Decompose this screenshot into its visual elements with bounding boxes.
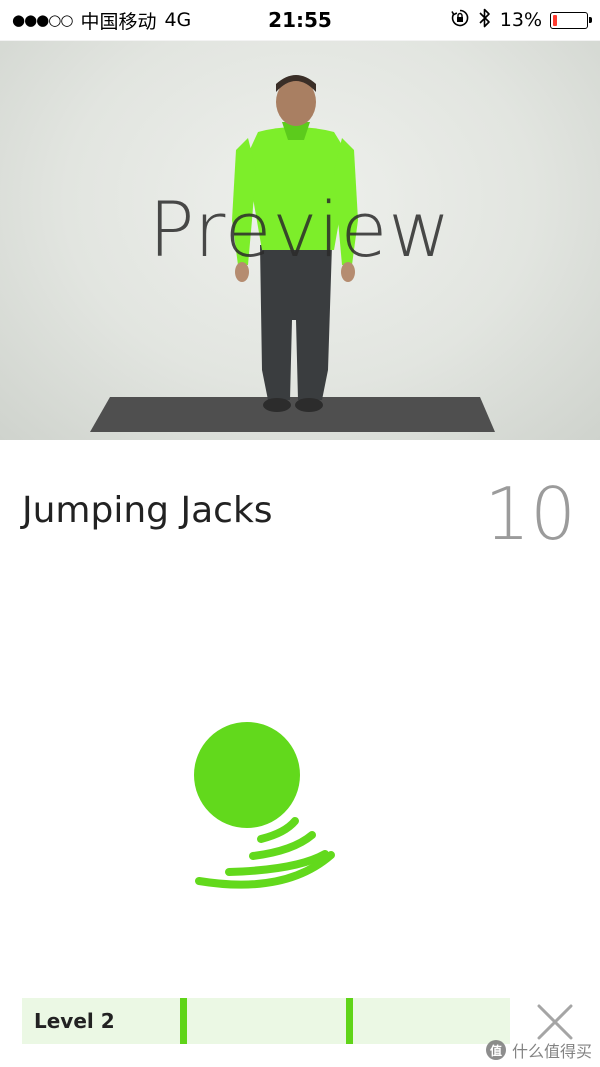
- level-marker: [180, 998, 187, 1044]
- watermark-text: 什么值得买: [511, 1042, 592, 1061]
- status-bar-left: ●●●○○ 中国移动 4G: [12, 0, 191, 40]
- bounce-graphic: [194, 722, 335, 889]
- signal-strength-icon: ●●●○○: [12, 11, 73, 29]
- status-bar-right: 13%: [450, 0, 592, 40]
- person-shoe-left: [263, 398, 291, 412]
- level-marker: [346, 998, 353, 1044]
- watermark-badge: 值: [485, 1040, 506, 1060]
- exercise-video-preview[interactable]: Preview: [0, 40, 600, 440]
- exercise-mat: [90, 397, 495, 432]
- battery-level: [553, 14, 557, 26]
- level-progress-bar: Level 2: [22, 998, 510, 1044]
- watermark: 值 什么值得买: [485, 1037, 592, 1063]
- carrier-name: 中国移动: [80, 10, 157, 33]
- battery-percent: 13%: [499, 9, 542, 31]
- bounce-ball: [194, 722, 300, 828]
- bluetooth-icon: [478, 7, 492, 34]
- preview-label: Preview: [148, 185, 452, 274]
- bounce-icon: [185, 715, 345, 900]
- level-label: Level 2: [34, 1009, 115, 1033]
- network-type: 4G: [164, 9, 192, 31]
- orientation-lock-icon: [450, 8, 470, 33]
- workout-screen: ●●●○○ 中国移动 4G 21:55 13% Preview Jumping …: [0, 0, 600, 1067]
- exercise-title: Jumping Jacks: [22, 490, 273, 531]
- battery-icon: [550, 11, 592, 29]
- status-bar: ●●●○○ 中国移动 4G 21:55 13%: [0, 0, 600, 41]
- rep-count: 10: [484, 472, 576, 556]
- person-shoe-right: [295, 398, 323, 412]
